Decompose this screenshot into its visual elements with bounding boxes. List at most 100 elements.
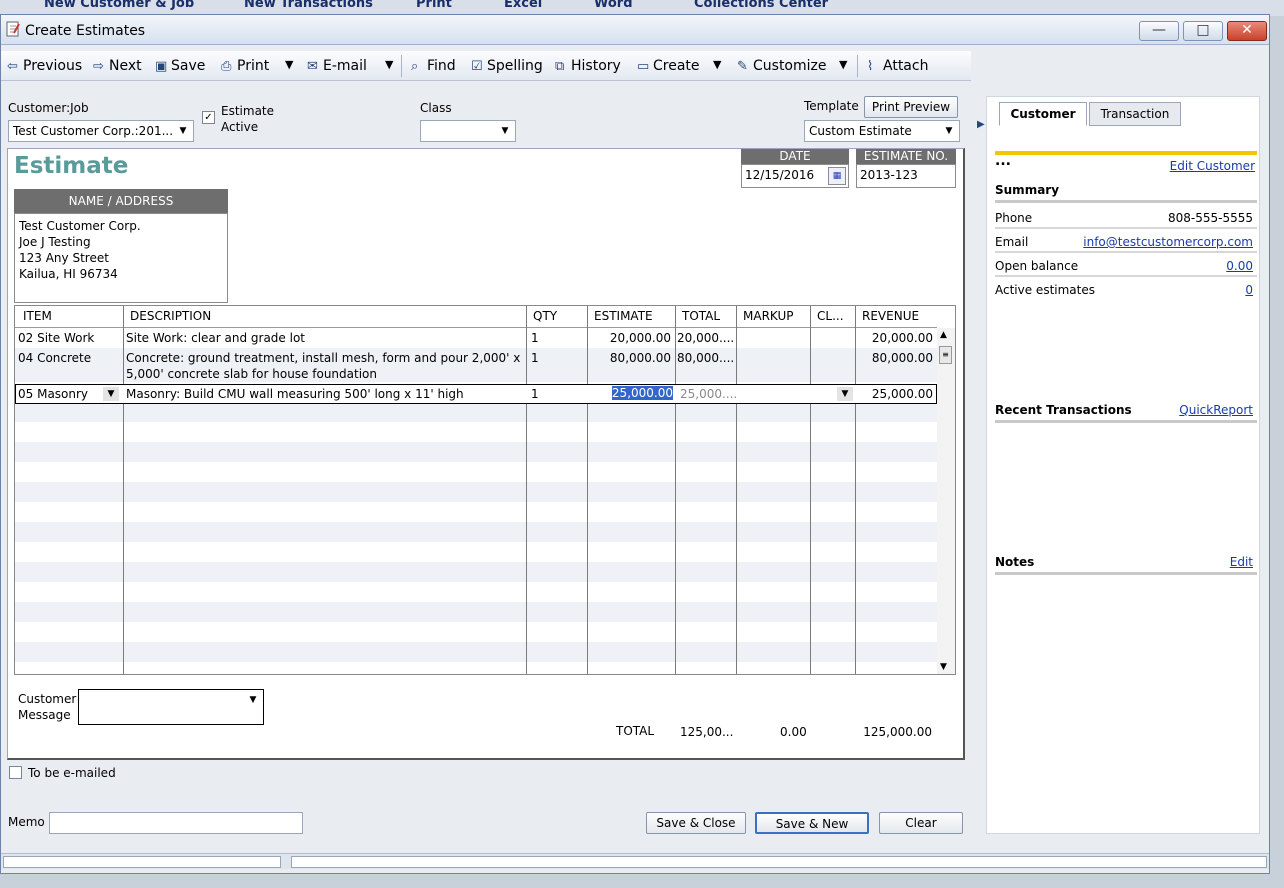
row1-estimate[interactable]: 20,000.00	[589, 331, 671, 345]
memo-input[interactable]	[49, 812, 303, 834]
markup-total: 0.00	[780, 725, 807, 739]
row2-total[interactable]: 80,000....	[677, 351, 734, 365]
active-estimates-link[interactable]: 0	[1245, 283, 1253, 297]
next-button[interactable]: ⇨ Next	[93, 58, 142, 74]
print-menu[interactable]: Print	[416, 0, 452, 11]
print-button[interactable]: ⎙ Print	[221, 58, 269, 74]
row2-item[interactable]: 04 Concrete	[18, 351, 91, 365]
collapse-panel-icon[interactable]: ▶	[977, 119, 985, 130]
row3-estimate-selected[interactable]: 25,000.00	[611, 386, 673, 400]
date-value: 12/15/2016	[745, 168, 815, 182]
create-dropdown-icon[interactable]: ▼	[713, 58, 721, 71]
date-header: DATE	[741, 149, 849, 164]
scroll-up-icon[interactable]: ▲	[940, 330, 947, 340]
collections-center-menu[interactable]: Collections Center	[694, 0, 828, 11]
email-button[interactable]: ✉ E-mail	[307, 58, 367, 74]
to-be-emailed-checkbox[interactable]	[9, 766, 22, 779]
save-new-button[interactable]: Save & New	[755, 812, 869, 834]
minimize-button[interactable]: —	[1139, 21, 1179, 41]
spelling-button[interactable]: ☑ Spelling	[471, 58, 543, 74]
column-divider	[736, 306, 737, 674]
edit-notes-link[interactable]: Edit	[1230, 555, 1253, 569]
chevron-down-icon[interactable]: ▼	[245, 692, 261, 708]
row1-revenue[interactable]: 20,000.00	[857, 331, 933, 345]
estimate-number-field[interactable]: 2013-123	[856, 164, 956, 188]
save-button[interactable]: ▣ Save	[155, 58, 205, 74]
calendar-icon[interactable]: ▦	[828, 167, 846, 185]
table-row-stripe	[15, 562, 937, 582]
template-label: Template	[804, 99, 859, 113]
print-preview-button[interactable]: Print Preview	[864, 96, 958, 118]
name-address-header: NAME / ADDRESS	[14, 189, 228, 213]
col-header-markup[interactable]: MARKUP	[743, 309, 793, 323]
row2-estimate[interactable]: 80,000.00	[589, 351, 671, 365]
col-header-item[interactable]: ITEM	[23, 309, 52, 323]
name-address-box[interactable]: Test Customer Corp. Joe J Testing 123 An…	[14, 213, 228, 303]
active-estimates-row: Active estimates 0	[995, 279, 1257, 301]
estimate-active-checkbox[interactable]: ✓	[202, 111, 215, 124]
email-link[interactable]: info@testcustomercorp.com	[1083, 235, 1253, 249]
revenue-total: 125,000.00	[863, 725, 932, 739]
class-select[interactable]: ▼	[420, 120, 516, 142]
edit-customer-link[interactable]: Edit Customer	[1170, 159, 1255, 173]
find-button[interactable]: ⌕ Find	[411, 58, 456, 74]
col-header-qty[interactable]: QTY	[533, 309, 557, 323]
tab-customer[interactable]: Customer	[999, 102, 1087, 126]
column-divider	[123, 306, 124, 674]
scroll-down-icon[interactable]: ▼	[940, 662, 947, 672]
clear-button[interactable]: Clear	[879, 812, 963, 834]
new-transactions-menu[interactable]: New Transactions	[244, 0, 373, 11]
col-header-estimate[interactable]: ESTIMATE	[594, 309, 653, 323]
create-button[interactable]: ▭ Create	[637, 58, 700, 74]
row3-revenue[interactable]: 25,000.00	[857, 387, 933, 401]
column-divider	[855, 306, 856, 674]
col-header-total[interactable]: TOTAL	[682, 309, 720, 323]
row3-qty[interactable]: 1	[531, 387, 539, 401]
previous-label: Previous	[23, 58, 83, 74]
template-select[interactable]: Custom Estimate ▼	[804, 120, 960, 142]
attach-button[interactable]: ⌇ Attach	[867, 58, 928, 74]
col-header-class[interactable]: CL...	[817, 309, 844, 323]
row1-qty[interactable]: 1	[531, 331, 539, 345]
save-close-button[interactable]: Save & Close	[646, 812, 746, 834]
scroll-thumb[interactable]: ≡	[939, 346, 952, 364]
date-field[interactable]: 12/15/2016 ▦	[741, 164, 849, 188]
excel-menu[interactable]: Excel	[504, 0, 542, 11]
chevron-down-icon[interactable]: ▼	[941, 123, 957, 139]
row3-total[interactable]: 25,000....	[680, 387, 737, 401]
row2-description-line1[interactable]: Concrete: ground treatment, install mesh…	[126, 351, 520, 365]
word-menu[interactable]: Word	[594, 0, 633, 11]
table-scrollbar[interactable]: ▲ ≡ ▼	[937, 328, 955, 674]
chevron-down-icon[interactable]: ▼	[497, 123, 513, 139]
row1-total[interactable]: 20,000....	[677, 331, 734, 345]
row2-description-line2[interactable]: 5,000' concrete slab for house foundatio…	[126, 367, 377, 381]
chevron-down-icon[interactable]: ▼	[837, 387, 853, 401]
history-button[interactable]: ⧉ History	[555, 58, 621, 74]
customer-message-select[interactable]: ▼	[78, 689, 264, 725]
customer-job-select[interactable]: Test Customer Corp.:201... ▼	[8, 120, 194, 142]
customize-button[interactable]: ✎ Customize	[737, 58, 827, 74]
new-customer-job-menu[interactable]: New Customer & Job	[44, 0, 194, 11]
chevron-down-icon[interactable]: ▼	[175, 123, 191, 139]
chevron-down-icon[interactable]: ▼	[103, 387, 119, 401]
notes-heading: Notes	[995, 555, 1035, 569]
row2-qty[interactable]: 1	[531, 351, 539, 365]
maximize-button[interactable]: □	[1183, 21, 1223, 41]
row2-revenue[interactable]: 80,000.00	[857, 351, 933, 365]
print-dropdown-icon[interactable]: ▼	[285, 58, 293, 71]
email-dropdown-icon[interactable]: ▼	[385, 58, 393, 71]
close-button[interactable]: ✕	[1227, 21, 1267, 41]
row1-item[interactable]: 02 Site Work	[18, 331, 94, 345]
col-header-revenue[interactable]: REVENUE	[862, 309, 919, 323]
total-label: TOTAL	[616, 724, 655, 738]
row3-description[interactable]: Masonry: Build CMU wall measuring 500' l…	[126, 387, 464, 401]
row1-description[interactable]: Site Work: clear and grade lot	[126, 331, 305, 345]
quickreport-link[interactable]: QuickReport	[1179, 403, 1253, 417]
customize-dropdown-icon[interactable]: ▼	[839, 58, 847, 71]
col-header-description[interactable]: DESCRIPTION	[130, 309, 211, 323]
previous-button[interactable]: ⇦ Previous	[7, 58, 82, 74]
row3-estimate-input[interactable]: 25,000.00	[589, 386, 673, 402]
tab-transaction[interactable]: Transaction	[1089, 102, 1181, 126]
row3-item[interactable]: 05 Masonry	[18, 387, 88, 401]
open-balance-link[interactable]: 0.00	[1226, 259, 1253, 273]
